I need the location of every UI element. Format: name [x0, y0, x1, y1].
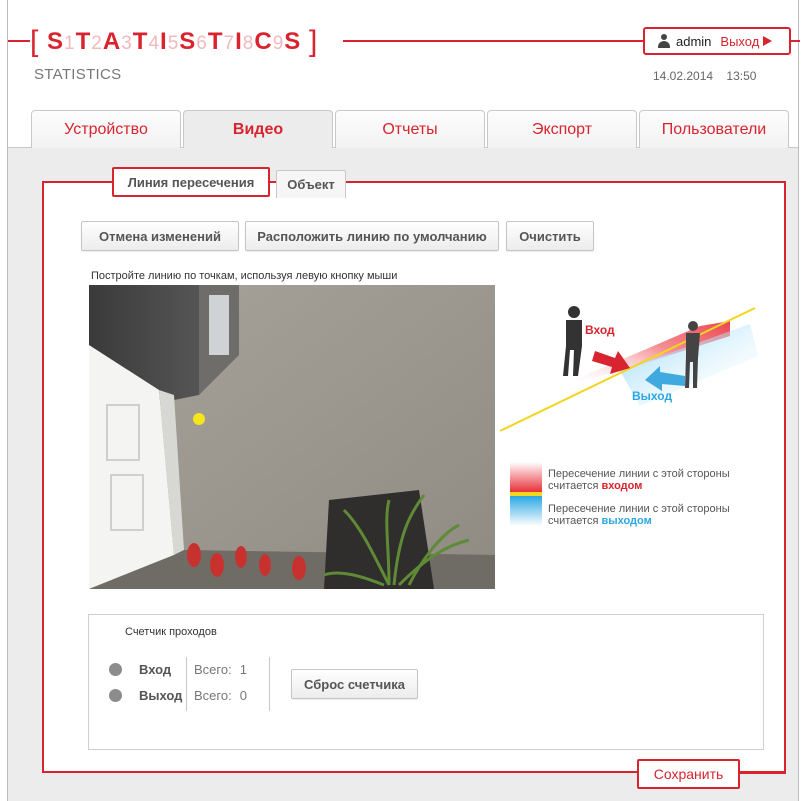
exit-total: Всего: 0 — [194, 688, 247, 703]
user-box: admin Выход — [643, 27, 791, 55]
logo-letter: T — [132, 28, 149, 55]
exit-status-icon — [109, 689, 122, 702]
logo-letter: I — [235, 28, 243, 55]
tab-object[interactable]: Объект — [276, 170, 346, 198]
exit-count: 0 — [239, 688, 247, 703]
date: 14.02.2014 — [653, 69, 714, 83]
logo-digit: 9 — [272, 33, 285, 54]
logo-text: S1T2A3T4I5S6T7I8C9S — [47, 28, 301, 55]
datetime: 14.02.2014 13:50 — [653, 69, 756, 83]
logo-bracket-close: ] — [308, 25, 319, 58]
play-icon[interactable] — [763, 36, 773, 46]
logo-digit: 6 — [196, 33, 208, 54]
entry-total: Всего: 1 — [194, 662, 247, 677]
entry-status-icon — [109, 663, 122, 676]
logo-digit: 2 — [91, 33, 103, 54]
main-tabs: Устройство Видео Отчеты Экспорт Пользова… — [31, 110, 789, 148]
logo-letter: A — [102, 28, 122, 55]
camera-view[interactable] — [89, 285, 495, 589]
counter-divider-2 — [269, 657, 270, 711]
clear-button[interactable]: Очистить — [506, 221, 594, 251]
entry-label: Вход — [585, 323, 615, 337]
exit-label: Выход — [632, 389, 672, 403]
logo-letter: S — [284, 28, 302, 55]
exit-swatch — [510, 496, 542, 526]
logout-link[interactable]: Выход — [720, 34, 759, 49]
tab-reports[interactable]: Отчеты — [335, 110, 485, 148]
logo-letter: S — [47, 28, 65, 55]
logo-letter: C — [254, 28, 273, 55]
logo-digit: 5 — [167, 33, 180, 54]
logo-digit: 8 — [242, 33, 255, 54]
logo-digit: 1 — [64, 33, 76, 54]
default-line-button[interactable]: Расположить линию по умолчанию — [245, 221, 499, 251]
username: admin — [676, 33, 712, 49]
tab-crossing-line[interactable]: Линия пересечения — [112, 167, 270, 197]
logo-digit: 7 — [223, 33, 236, 54]
exit-counter-label: Выход — [139, 688, 183, 703]
line-point[interactable] — [193, 413, 205, 425]
person-left-icon — [563, 306, 582, 376]
counter-title: Счетчик проходов — [125, 626, 217, 638]
app-logo: [ S1T2A3T4I5S6T7I8C9S ] — [30, 27, 318, 59]
header-rule-right — [791, 40, 800, 42]
entry-legend: Пересечение линии с этой стороны считает… — [548, 468, 730, 492]
camera-frame — [89, 285, 495, 589]
app-subtitle: STATISTICS — [34, 66, 122, 83]
user-icon — [657, 34, 671, 48]
logo-bracket-open: [ — [30, 25, 40, 58]
draw-hint: Постройте линию по точкам, используя лев… — [91, 270, 398, 282]
entry-count: 1 — [239, 662, 247, 677]
header-rule-middle — [343, 40, 643, 42]
tab-device[interactable]: Устройство — [31, 110, 181, 148]
logo-letter: I — [160, 28, 168, 55]
tab-export[interactable]: Экспорт — [487, 110, 637, 148]
logo-letter: S — [179, 28, 197, 55]
logo-digit: 4 — [148, 33, 161, 54]
direction-diagram: Вход Выход — [500, 306, 758, 432]
exit-legend: Пересечение линии с этой стороны считает… — [548, 503, 730, 527]
save-button[interactable]: Сохранить — [637, 759, 740, 789]
app-window: [ S1T2A3T4I5S6T7I8C9S ] STATISTICS admin… — [7, 0, 800, 801]
header-rule-left — [8, 40, 30, 42]
logo-letter: T — [207, 28, 224, 55]
reset-counter-button[interactable]: Сброс счетчика — [291, 669, 418, 699]
counter-divider — [186, 657, 187, 711]
entry-swatch — [510, 462, 542, 492]
tab-users[interactable]: Пользователи — [639, 110, 789, 148]
logo-letter: T — [75, 28, 92, 55]
tab-video[interactable]: Видео — [183, 110, 333, 148]
cancel-changes-button[interactable]: Отмена изменений — [81, 221, 239, 251]
footer-rule — [740, 772, 786, 774]
time: 13:50 — [726, 69, 757, 83]
entry-counter-label: Вход — [139, 662, 172, 677]
logo-digit: 3 — [121, 33, 133, 54]
